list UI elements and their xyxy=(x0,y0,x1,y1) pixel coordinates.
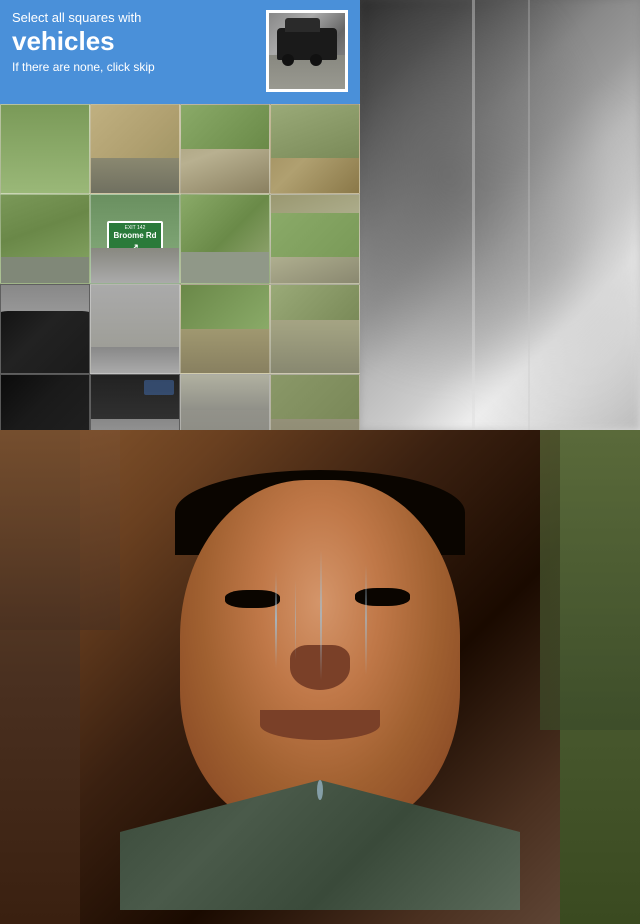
blurry-overlay xyxy=(360,0,640,430)
captcha-thumbnail xyxy=(266,10,348,92)
grid-cell-1-1[interactable]: EXIT 142 Broome Rd ↗ xyxy=(90,194,180,284)
background-detail-left xyxy=(0,430,120,630)
top-section: Select all squares with vehicles If ther… xyxy=(0,0,640,430)
tear-3 xyxy=(365,565,367,675)
chin-area xyxy=(260,710,380,740)
grid-cell-0-3[interactable] xyxy=(270,104,360,194)
left-eye xyxy=(225,590,280,608)
grid-cell-1-3[interactable] xyxy=(270,194,360,284)
person-background xyxy=(0,430,640,924)
tear-2 xyxy=(320,550,322,680)
captcha-grid[interactable]: EXIT 142 Broome Rd ↗ xyxy=(0,104,360,464)
tear-1 xyxy=(275,570,277,670)
thumbnail-car-image xyxy=(269,13,345,89)
select-instruction: Select all squares with xyxy=(12,10,266,25)
grid-cell-0-0[interactable] xyxy=(0,104,90,194)
car-shape xyxy=(277,28,337,60)
captcha-header: Select all squares with vehicles If ther… xyxy=(0,0,360,104)
right-eye xyxy=(355,588,410,606)
face-area xyxy=(120,450,520,910)
chin-drip xyxy=(317,780,323,800)
grid-cell-0-2[interactable] xyxy=(180,104,270,194)
skip-instruction: If there are none, click skip xyxy=(12,60,266,74)
tear-4 xyxy=(295,580,296,660)
grid-cell-2-2[interactable] xyxy=(180,284,270,374)
right-image-blurry xyxy=(360,0,640,430)
grid-cell-1-2[interactable] xyxy=(180,194,270,284)
grid-cell-0-1[interactable] xyxy=(90,104,180,194)
captcha-panel[interactable]: Select all squares with vehicles If ther… xyxy=(0,0,360,430)
grid-cell-2-3[interactable] xyxy=(270,284,360,374)
grid-cell-2-0[interactable] xyxy=(0,284,90,374)
background-detail-right xyxy=(540,430,640,730)
grid-cell-2-1[interactable] xyxy=(90,284,180,374)
captcha-keyword: vehicles xyxy=(12,27,266,56)
grid-cell-1-0[interactable] xyxy=(0,194,90,284)
road-name: Broome Rd xyxy=(113,231,156,241)
bottom-image-section xyxy=(0,430,640,924)
captcha-header-text: Select all squares with vehicles If ther… xyxy=(12,10,266,74)
